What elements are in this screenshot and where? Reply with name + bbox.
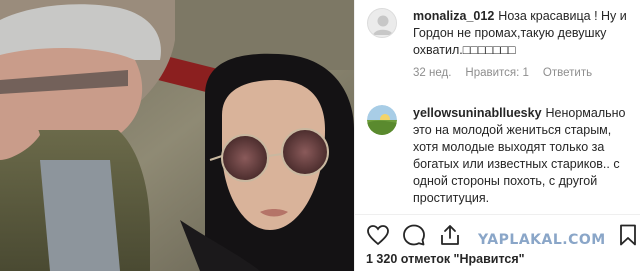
bookmark-icon[interactable] bbox=[616, 223, 640, 247]
likes-count[interactable]: 1 320 отметок "Нравится" bbox=[366, 252, 525, 266]
reply-button[interactable]: Ответить bbox=[543, 65, 592, 82]
comment-item: yellowsuninablluesky Ненормально это на м… bbox=[367, 105, 632, 207]
avatar[interactable] bbox=[367, 105, 397, 135]
comment-text: Ненормально это на молодой жениться стар… bbox=[413, 106, 626, 205]
comment-username[interactable]: yellowsuninablluesky bbox=[413, 106, 542, 120]
comment-icon[interactable] bbox=[402, 223, 426, 247]
post-photo bbox=[0, 0, 354, 271]
landscape-avatar-icon bbox=[367, 105, 397, 135]
selfie-image bbox=[0, 0, 354, 271]
watermark: YAPLAKAL.COM bbox=[478, 232, 606, 248]
heart-icon[interactable] bbox=[366, 223, 390, 247]
comment-likes[interactable]: Нравится: 1 bbox=[465, 65, 529, 82]
comment-time[interactable]: 32 нед. bbox=[413, 65, 451, 82]
comment-meta: 32 нед. Нравится: 1 Ответить bbox=[413, 65, 632, 82]
avatar[interactable] bbox=[367, 8, 397, 38]
share-icon[interactable] bbox=[438, 223, 462, 247]
comment-username[interactable]: monaliza_012 bbox=[413, 9, 494, 23]
comment-item: monaliza_012 Ноза красавица ! Ну и Гордон… bbox=[367, 8, 632, 82]
default-avatar-icon bbox=[368, 9, 396, 37]
